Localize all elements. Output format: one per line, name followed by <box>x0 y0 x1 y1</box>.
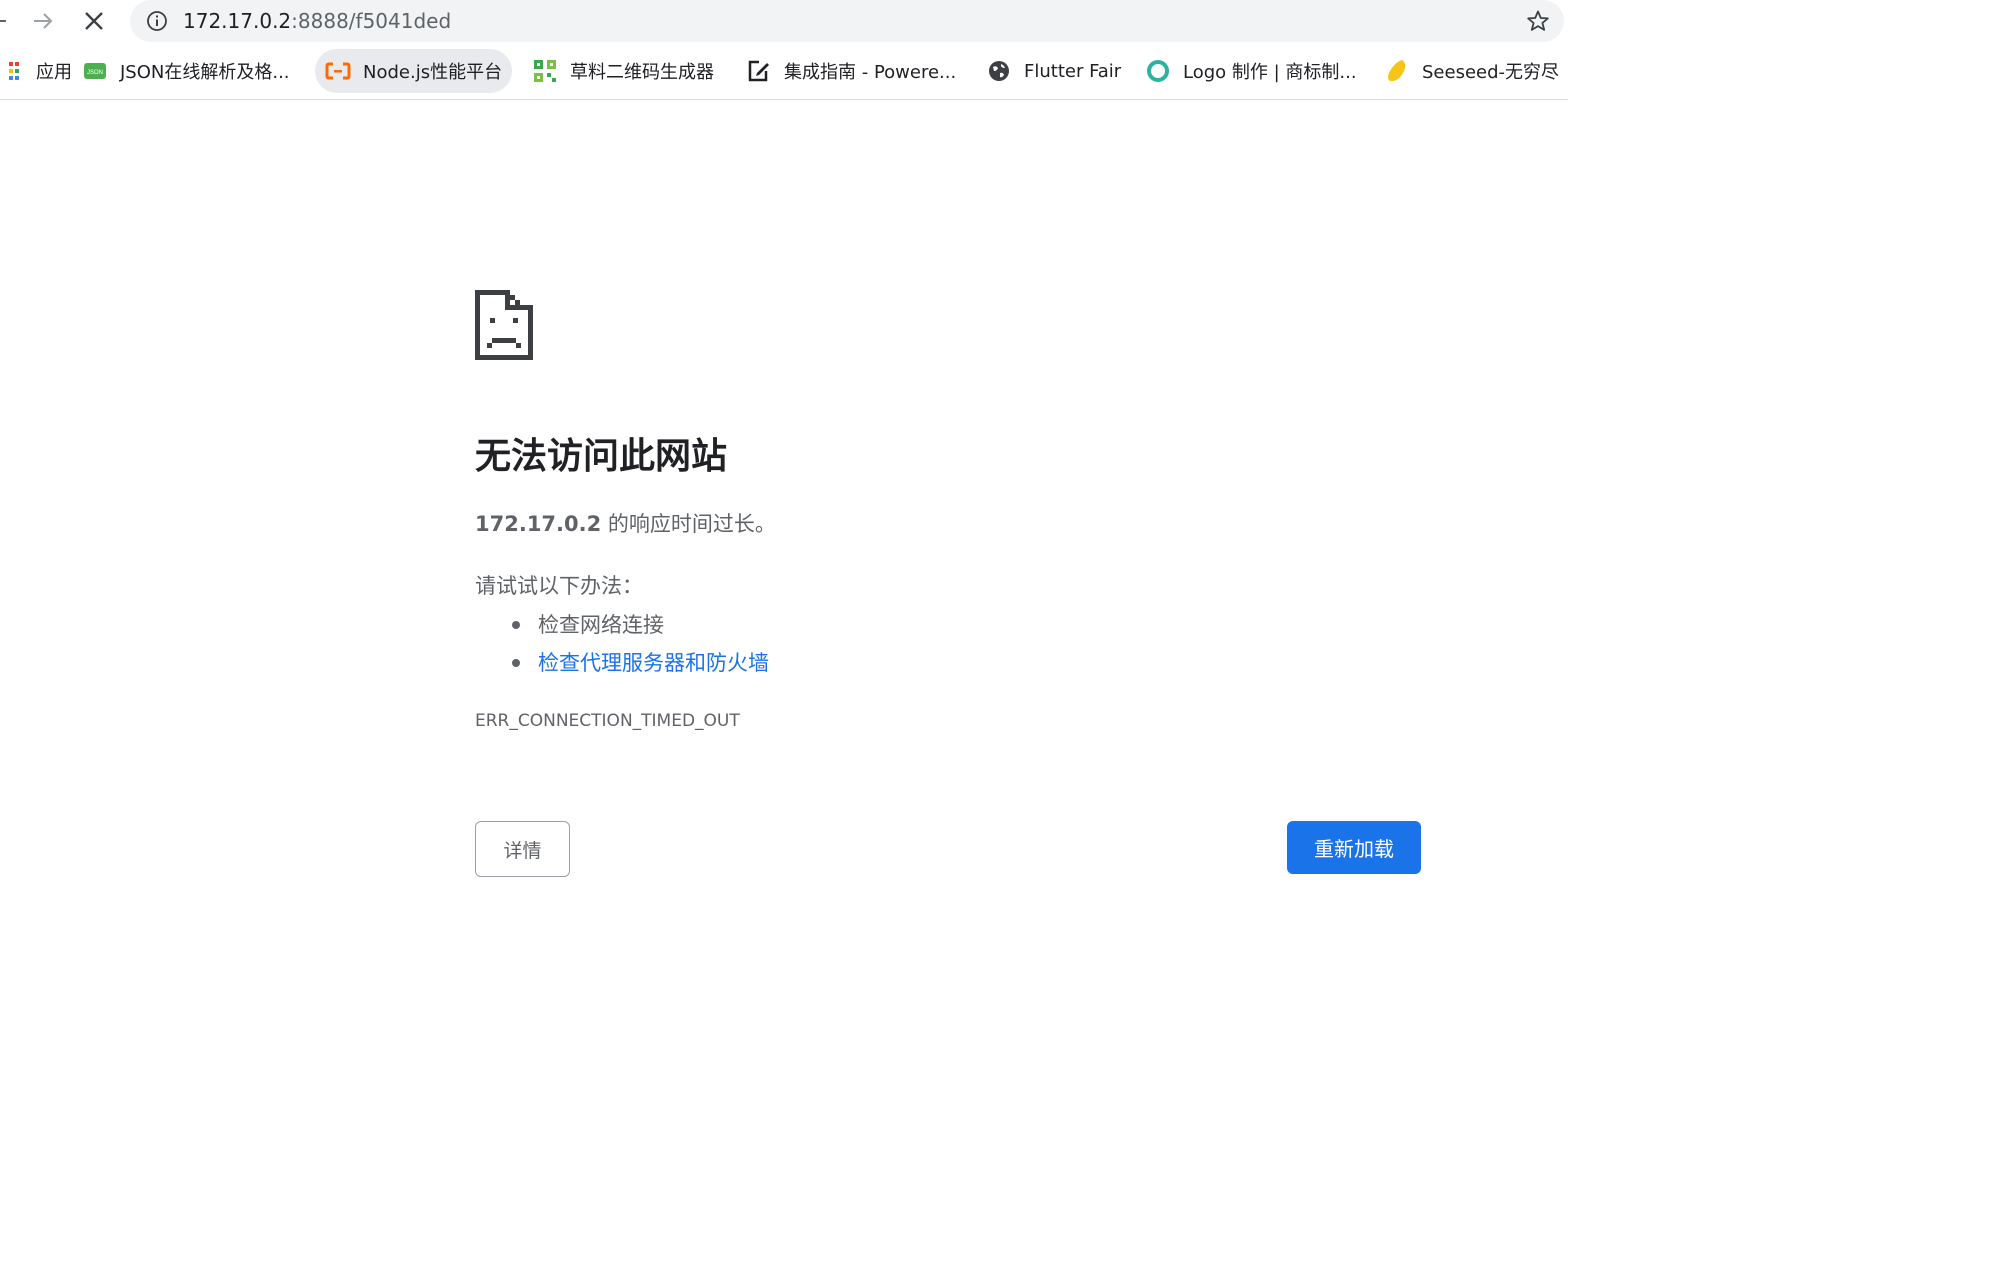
apps-grid-icon <box>0 58 24 84</box>
error-host: 172.17.0.2 <box>475 512 602 536</box>
edit-note-icon <box>746 58 772 84</box>
seed-icon <box>1384 58 1410 84</box>
details-button[interactable]: 详情 <box>475 821 570 877</box>
bookmark-qr[interactable]: 草料二维码生成器 <box>522 49 724 93</box>
qr-code-icon <box>532 58 558 84</box>
suggestions-list: 检查网络连接 检查代理服务器和防火墙 <box>510 606 769 682</box>
bookmark-label: Node.js性能平台 <box>363 62 503 83</box>
address-bar[interactable]: 172.17.0.2:8888/f5041ded <box>130 0 1564 42</box>
error-summary: 172.17.0.2 的响应时间过长。 <box>475 508 776 540</box>
bookmark-label: JSON在线解析及格... <box>120 62 290 83</box>
close-icon[interactable] <box>77 4 111 38</box>
url-text[interactable]: 172.17.0.2:8888/f5041ded <box>183 8 451 34</box>
bookmark-nodejs[interactable]: Node.js性能平台 <box>315 49 513 93</box>
sad-page-icon <box>475 290 533 360</box>
svg-text:JSON: JSON <box>87 70 103 76</box>
bookmark-logo-maker[interactable]: Logo 制作 | 商标制... <box>1135 49 1367 93</box>
json-icon: JSON <box>82 58 108 84</box>
bookmark-json[interactable]: JSON JSON在线解析及格... <box>72 49 300 93</box>
bookmark-apps[interactable]: 应用 <box>0 49 82 93</box>
url-path: :8888/f5041ded <box>291 9 452 33</box>
suggestions-heading: 请试试以下办法： <box>475 574 643 598</box>
suggestion-label: 检查网络连接 <box>538 613 664 637</box>
alibaba-cloud-icon <box>325 58 351 84</box>
bookmark-integration-guide[interactable]: 集成指南 - Powere... <box>736 49 966 93</box>
reload-button[interactable]: 重新加载 <box>1287 821 1421 874</box>
forward-arrow-icon[interactable] <box>26 4 60 38</box>
bookmark-label: 草料二维码生成器 <box>570 62 714 83</box>
bookmark-seeseed[interactable]: Seeseed-无穷尽 <box>1374 49 1568 93</box>
error-code: ERR_CONNECTION_TIMED_OUT <box>475 711 740 731</box>
bookmark-label: 应用 <box>36 62 72 83</box>
bookmark-label: Logo 制作 | 商标制... <box>1183 62 1357 83</box>
star-icon[interactable] <box>1526 9 1550 33</box>
url-host: 172.17.0.2 <box>183 9 292 33</box>
bookmark-label: Flutter Fair <box>1024 60 1122 82</box>
back-arrow-icon[interactable] <box>0 4 14 38</box>
browser-toolbar: 172.17.0.2:8888/f5041ded <box>0 0 1568 44</box>
suggestion-label[interactable]: 检查代理服务器和防火墙 <box>538 651 769 675</box>
bookmark-flutter-fair[interactable]: Flutter Fair <box>976 49 1131 93</box>
bullet <box>512 659 520 667</box>
error-summary-text: 的响应时间过长。 <box>601 512 776 536</box>
globe-icon <box>986 58 1012 84</box>
bullet <box>512 621 520 629</box>
info-icon[interactable] <box>146 10 168 32</box>
suggestion-check-proxy-link[interactable]: 检查代理服务器和防火墙 <box>510 644 769 682</box>
bookmark-label: Seeseed-无穷尽 <box>1422 62 1560 83</box>
error-title: 无法访问此网站 <box>475 436 728 477</box>
suggestion-check-network: 检查网络连接 <box>510 606 769 644</box>
logo-ring-icon <box>1145 58 1171 84</box>
bookmarks-bar: 应用 JSON JSON在线解析及格... Node.js性能平台 草料二维码生… <box>0 44 1568 100</box>
bookmark-label: 集成指南 - Powere... <box>784 62 957 83</box>
